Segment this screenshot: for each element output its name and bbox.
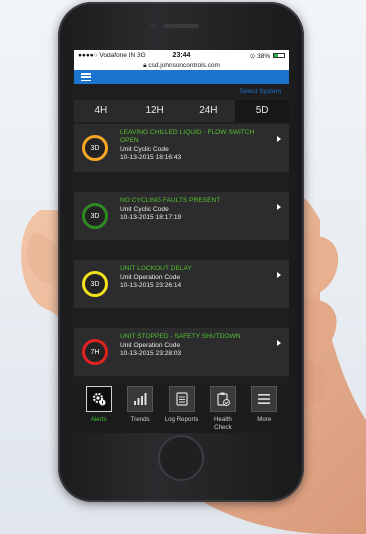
padlock-icon: 🔒︎ xyxy=(143,62,147,69)
status-bar: ●●●●○ Vodafone IN 3G 23:44 ⊙ 38% xyxy=(74,50,289,61)
alert-title: UNIT STOPPED - SAFETY SHUTDOWN xyxy=(120,333,241,340)
nav-more[interactable]: More xyxy=(244,383,285,433)
chevron-right-icon xyxy=(277,340,281,346)
tab-12h[interactable]: 12H xyxy=(128,100,182,122)
age-badge: 3D xyxy=(90,212,100,220)
battery-icon xyxy=(273,53,285,59)
nav-health-check[interactable]: Health Check xyxy=(202,383,243,433)
chevron-right-icon xyxy=(277,136,281,142)
select-system-link[interactable]: Select System xyxy=(74,84,289,98)
nav-label: Log Reports xyxy=(164,416,199,423)
front-camera xyxy=(150,23,156,29)
home-button[interactable] xyxy=(158,435,204,481)
nav-label: Trends xyxy=(130,416,150,423)
chevron-right-icon xyxy=(277,272,281,278)
gear-alert-icon xyxy=(85,386,112,412)
alert-code: Unit Operation Code xyxy=(120,274,181,281)
bar-chart-icon xyxy=(127,386,154,412)
nav-alerts[interactable]: Alerts xyxy=(78,383,119,433)
menu-icon xyxy=(251,386,278,412)
hamburger-menu-icon[interactable] xyxy=(81,73,91,81)
alert-title: NO CYCLING FAULTS PRESENT xyxy=(120,197,221,204)
url-bar[interactable]: 🔒︎ csd.johnsoncontrols.com xyxy=(74,61,289,70)
nav-label: Health Check xyxy=(213,416,232,431)
alert-item[interactable]: 3D LEAVING CHILLED LIQUID - FLOW SWITCH … xyxy=(74,124,289,172)
nav-label: More xyxy=(257,416,272,423)
severity-ring-icon: 7H xyxy=(82,339,108,365)
alerts-list: 3D LEAVING CHILLED LIQUID - FLOW SWITCH … xyxy=(74,122,289,376)
nav-log-reports[interactable]: Log Reports xyxy=(161,383,202,433)
alert-item[interactable]: 7H UNIT STOPPED - SAFETY SHUTDOWN Unit O… xyxy=(74,328,289,376)
nav-label: Alerts xyxy=(90,416,107,423)
clipboard-check-icon xyxy=(209,386,236,412)
phone-device: ●●●●○ Vodafone IN 3G 23:44 ⊙ 38% 🔒︎ csd.… xyxy=(58,2,304,502)
alert-code: Unit Cyclic Code xyxy=(120,206,169,213)
clock: 23:44 xyxy=(172,52,191,59)
age-badge: 3D xyxy=(90,280,100,288)
app-screen: ●●●●○ Vodafone IN 3G 23:44 ⊙ 38% 🔒︎ csd.… xyxy=(74,50,289,433)
alert-timestamp: 10-13-2015 18:16:43 xyxy=(120,154,182,161)
alert-timestamp: 10-13-2015 23:26:14 xyxy=(120,282,182,289)
severity-ring-icon: 3D xyxy=(82,271,108,297)
alert-timestamp: 10-13-2015 18:17:19 xyxy=(120,214,182,221)
severity-ring-icon: 3D xyxy=(82,203,108,229)
age-badge: 3D xyxy=(90,144,100,152)
earpiece-speaker xyxy=(163,24,199,28)
alert-code: Unit Operation Code xyxy=(120,342,181,349)
tab-4h[interactable]: 4H xyxy=(74,100,128,122)
alert-title: LEAVING CHILLED LIQUID - FLOW SWITCH OPE… xyxy=(120,129,255,144)
bottom-nav: Alerts Trends Log Reports Health Check M… xyxy=(74,383,289,433)
alert-title: UNIT LOCKOUT DELAY xyxy=(120,265,192,272)
tab-5d[interactable]: 5D xyxy=(235,100,289,122)
alert-code: Unit Cyclic Code xyxy=(120,146,169,153)
chevron-right-icon xyxy=(277,204,281,210)
time-range-tabs: 4H 12H 24H 5D xyxy=(74,100,289,122)
tab-24h[interactable]: 24H xyxy=(182,100,236,122)
alert-item[interactable]: 3D NO CYCLING FAULTS PRESENT Unit Cyclic… xyxy=(74,192,289,240)
age-badge: 7H xyxy=(90,348,100,356)
url-text: csd.johnsoncontrols.com xyxy=(148,62,220,69)
alert-timestamp: 10-13-2015 23:28:03 xyxy=(120,350,182,357)
app-header xyxy=(74,70,289,84)
nav-trends[interactable]: Trends xyxy=(119,383,160,433)
severity-ring-icon: 3D xyxy=(82,135,108,161)
alert-item[interactable]: 3D UNIT LOCKOUT DELAY Unit Operation Cod… xyxy=(74,260,289,308)
log-icon xyxy=(168,386,195,412)
